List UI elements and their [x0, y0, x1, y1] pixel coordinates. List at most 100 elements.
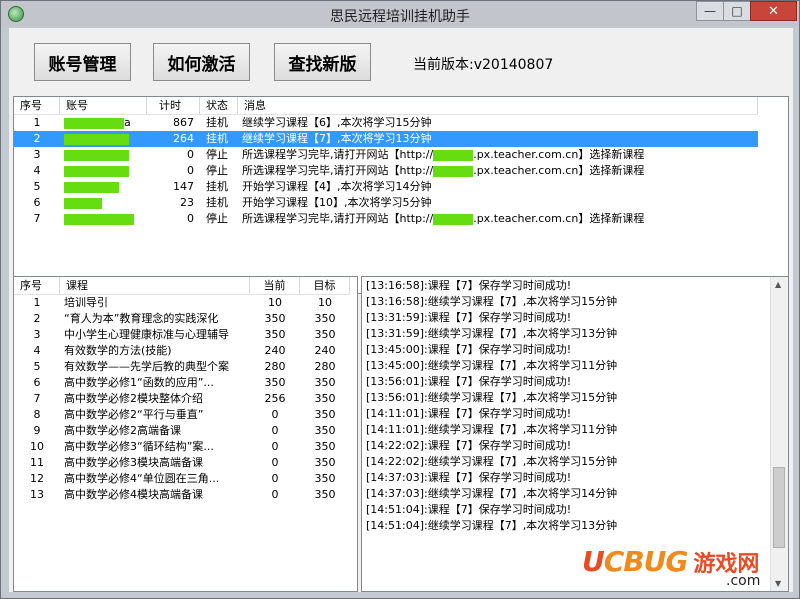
account-list[interactable]: 序号 账号 计时 状态 消息 1 a 867 挂机 继续学习课程【6】,本次将学习15分…	[13, 96, 789, 294]
header-status[interactable]: 状态	[200, 97, 238, 114]
course-target: 350	[314, 408, 336, 421]
course-row[interactable]: 3 中小学生心理健康标准与心理辅导 350 350	[14, 327, 350, 343]
header-account[interactable]: 账号	[60, 97, 147, 114]
header-message[interactable]: 消息	[238, 97, 758, 114]
log-scrollbar[interactable]: ▲ ▼	[770, 277, 788, 591]
course-current: 350	[264, 312, 286, 325]
account-row[interactable]: 3 0 停止 所选课程学习完毕,请打开网站【http://.px.teacher.co…	[14, 147, 758, 163]
account-timer: 264	[173, 132, 194, 145]
course-target: 350	[314, 312, 336, 325]
log-lines: [13:16:58]:课程【7】保存学习时间成功! [13:16:58]:继续学习…	[362, 278, 617, 534]
watermark-text: CBUG	[603, 545, 689, 578]
version-label: 当前版本:v20140807	[413, 57, 554, 73]
course-row[interactable]: 10 高中数学必修3“循环结构”案... 0 350	[14, 439, 350, 455]
log-line: [14:22:02]:课程【7】保存学习时间成功!	[366, 439, 572, 452]
account-message: 开始学习课程【4】,本次将学习14分钟	[242, 180, 432, 193]
course-target: 350	[314, 440, 336, 453]
maximize-icon: □	[731, 4, 743, 18]
course-row[interactable]: 7 高中数学必修2模块整体介绍 256 350	[14, 391, 350, 407]
course-row[interactable]: 9 高中数学必修2高端备课 0 350	[14, 423, 350, 439]
log-line: [13:56:01]:课程【7】保存学习时间成功!	[366, 375, 572, 388]
course-no: 13	[30, 488, 44, 501]
account-row[interactable]: 4 0 停止 所选课程学习完毕,请打开网站【http://.px.teacher.co…	[14, 163, 758, 179]
title-bar[interactable]: 思民远程培训挂机助手 — □ ✕	[1, 1, 799, 27]
course-current: 350	[264, 376, 286, 389]
course-name: 高中数学必修4“单位圆在三角...	[64, 472, 220, 485]
scroll-thumb[interactable]	[773, 467, 785, 548]
course-row[interactable]: 13 高中数学必修4模块高端备课 0 350	[14, 487, 350, 503]
account-mask	[64, 213, 134, 225]
course-row[interactable]: 11 高中数学必修3模块高端备课 0 350	[14, 455, 350, 471]
header-course-name[interactable]: 课程	[60, 277, 250, 294]
account-message: 开始学习课程【10】,本次将学习5分钟	[242, 196, 432, 209]
account-timer: 0	[187, 148, 194, 161]
header-course-no[interactable]: 序号	[14, 277, 60, 294]
find-update-button[interactable]: 查找新版	[274, 43, 371, 81]
maximize-button[interactable]: □	[723, 1, 751, 21]
how-activate-button[interactable]: 如何激活	[153, 43, 250, 81]
header-current[interactable]: 当前	[250, 277, 300, 294]
account-name	[60, 179, 147, 195]
log-line: [14:37:03]:继续学习课程【7】,本次将学习14分钟	[366, 487, 618, 500]
course-target: 350	[314, 472, 336, 485]
course-no: 11	[30, 456, 44, 469]
course-no: 4	[33, 344, 41, 357]
course-no: 2	[33, 312, 41, 325]
minimize-icon: —	[704, 4, 716, 18]
account-mask	[64, 181, 119, 193]
course-current: 10	[268, 296, 282, 309]
account-row[interactable]: 2 264 挂机 继续学习课程【7】,本次将学习13分钟	[14, 131, 758, 147]
account-suffix: a	[124, 116, 131, 129]
account-row[interactable]: 5 147 挂机 开始学习课程【4】,本次将学习14分钟	[14, 179, 758, 195]
course-list[interactable]: 序号 课程 当前 目标 1 培训导引 10 10 2 “育人为本”教育理念的实践深化 350…	[13, 276, 358, 592]
account-mask	[64, 165, 129, 177]
course-name: 高中数学必修3“循环结构”案...	[64, 440, 214, 453]
course-row[interactable]: 1 培训导引 10 10	[14, 295, 350, 311]
course-name: 有效数学的方法(技能)	[64, 344, 172, 357]
minimize-button[interactable]: —	[696, 1, 724, 21]
course-row[interactable]: 2 “育人为本”教育理念的实践深化 350 350	[14, 311, 350, 327]
account-no: 1	[33, 116, 41, 129]
account-rows: 1 a 867 挂机 继续学习课程【6】,本次将学习15分钟 2 264 挂机 继续学习课程【7…	[14, 115, 758, 227]
course-name: 高中数学必修3模块高端备课	[64, 456, 203, 469]
course-name: 高中数学必修4模块高端备课	[64, 488, 203, 501]
watermark-u: U	[582, 545, 605, 578]
account-name: a	[60, 115, 147, 131]
header-no[interactable]: 序号	[14, 97, 60, 114]
course-rows: 1 培训导引 10 10 2 “育人为本”教育理念的实践深化 350 350 3 中小学生心理健康…	[14, 295, 350, 503]
log-line: [14:51:04]:课程【7】保存学习时间成功!	[366, 503, 572, 516]
course-row[interactable]: 5 有效数学——先学后教的典型个案 280 280	[14, 359, 350, 375]
scroll-down-icon[interactable]: ▼	[775, 579, 781, 588]
course-target: 350	[314, 456, 336, 469]
course-current: 0	[271, 408, 279, 421]
header-target[interactable]: 目标	[300, 277, 350, 294]
header-timer[interactable]: 计时	[147, 97, 200, 114]
course-row[interactable]: 12 高中数学必修4“单位圆在三角... 0 350	[14, 471, 350, 487]
account-name	[60, 147, 147, 163]
course-row[interactable]: 8 高中数学必修2“平行与垂直” 0 350	[14, 407, 350, 423]
course-row[interactable]: 4 有效数学的方法(技能) 240 240	[14, 343, 350, 359]
course-target: 350	[314, 488, 336, 501]
close-button[interactable]: ✕	[750, 1, 797, 21]
course-target: 240	[314, 344, 336, 357]
log-line: [13:16:58]:继续学习课程【7】,本次将学习15分钟	[366, 295, 618, 308]
client-area: 账号管理 如何激活 查找新版 当前版本:v20140807 序号 账号 计时 状…	[9, 28, 793, 592]
course-target: 280	[314, 360, 336, 373]
account-status: 停止	[206, 148, 228, 161]
account-row[interactable]: 6 23 挂机 开始学习课程【10】,本次将学习5分钟	[14, 195, 758, 211]
course-row[interactable]: 6 高中数学必修1“函数的应用”... 350 350	[14, 375, 350, 391]
account-manage-button[interactable]: 账号管理	[34, 43, 131, 81]
course-target: 350	[314, 376, 336, 389]
course-current: 240	[264, 344, 286, 357]
course-current: 350	[264, 328, 286, 341]
scroll-up-icon[interactable]: ▲	[775, 280, 781, 289]
account-status: 停止	[206, 164, 228, 177]
course-target: 10	[318, 296, 332, 309]
account-mask	[64, 117, 124, 129]
account-row[interactable]: 7 0 停止 所选课程学习完毕,请打开网站【http://.px.teacher.co…	[14, 211, 758, 227]
account-message: 所选课程学习完毕,请打开网站【http://.px.teacher.com.cn…	[242, 148, 645, 161]
account-name	[60, 195, 147, 211]
account-row[interactable]: 1 a 867 挂机 继续学习课程【6】,本次将学习15分钟	[14, 115, 758, 131]
course-current: 280	[264, 360, 286, 373]
course-name: “育人为本”教育理念的实践深化	[64, 312, 219, 325]
